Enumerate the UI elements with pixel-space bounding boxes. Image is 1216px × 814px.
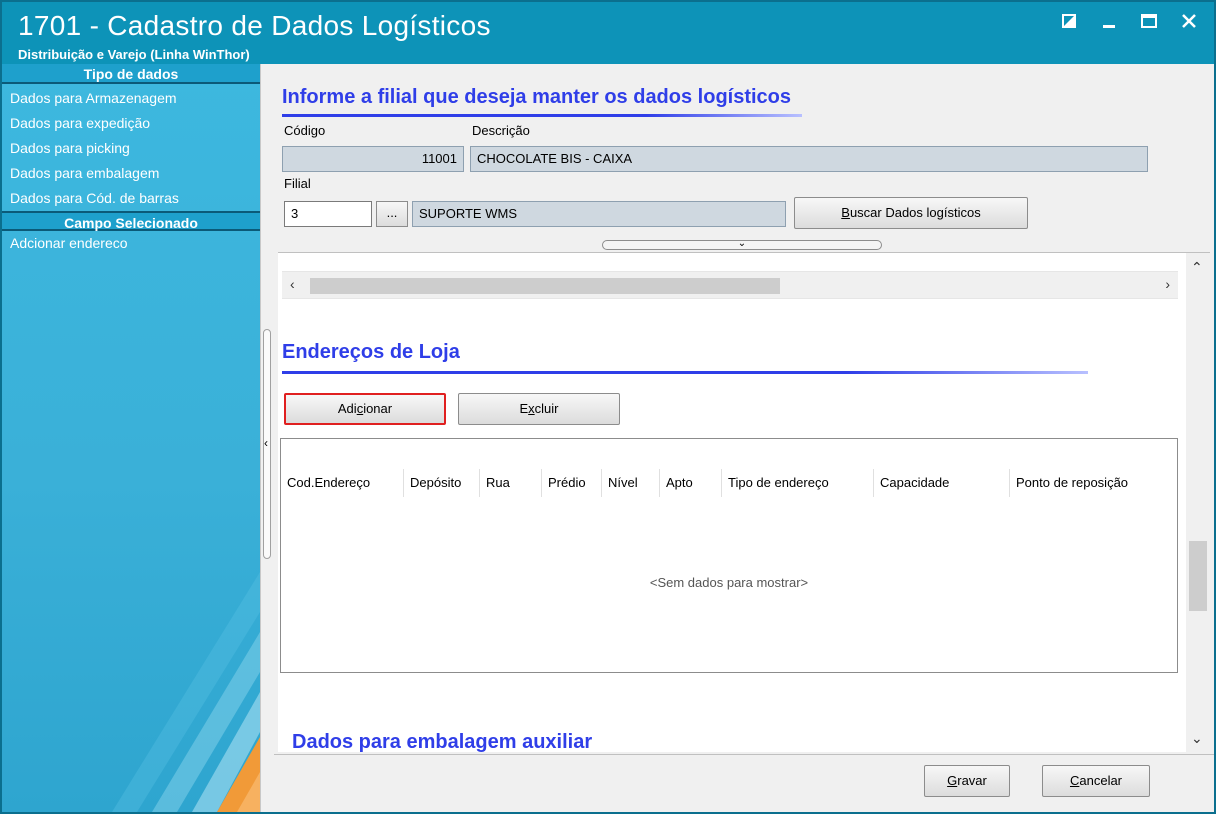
horizontal-scroll-thumb[interactable] [310, 278, 780, 294]
filial-section-underline [282, 114, 802, 117]
sidebar-item-cod-barras[interactable]: Dados para Cód. de barras [2, 186, 260, 211]
scroll-up-icon[interactable]: ⌃ [1191, 259, 1203, 276]
enderecos-grid[interactable]: Cod.Endereço Depósito Rua Prédio Nível A… [280, 438, 1178, 673]
sidebar-header-campo-selecionado: Campo Selecionado [2, 211, 260, 231]
collapse-header-toggle[interactable]: ⌄ [602, 239, 882, 250]
col-nivel[interactable]: Nível [601, 469, 659, 497]
grid-header: Cod.Endereço Depósito Rua Prédio Nível A… [281, 469, 1177, 497]
scroll-right-icon[interactable]: › [1165, 276, 1170, 292]
sidebar-item-armazenagem[interactable]: Dados para Armazenagem [2, 86, 260, 111]
window-title: 1701 - Cadastro de Dados Logísticos [18, 10, 491, 41]
sidebar: Tipo de dados Dados para Armazenagem Dad… [2, 64, 260, 812]
filial-section-title: Informe a filial que deseja manter os da… [282, 86, 792, 108]
main-panel: Informe a filial que deseja manter os da… [274, 64, 1214, 812]
restore-icon[interactable] [1058, 10, 1080, 32]
col-predio[interactable]: Prédio [541, 469, 601, 497]
content-scroll-area: ‹ › Endereços de Loja Adicionar Excluir … [278, 252, 1210, 753]
col-apto[interactable]: Apto [659, 469, 721, 497]
cancelar-button[interactable]: Cancelar [1042, 765, 1150, 797]
embalagem-auxiliar-section-title: Dados para embalagem auxiliar [292, 731, 593, 753]
codigo-label: Código [284, 123, 326, 138]
col-deposito[interactable]: Depósito [403, 469, 479, 497]
sidebar-decoration [112, 572, 260, 812]
col-tipo-endereco[interactable]: Tipo de endereço [721, 469, 873, 497]
col-capacidade[interactable]: Capacidade [873, 469, 1009, 497]
grid-empty-message: <Sem dados para mostrar> [649, 575, 809, 590]
title-bar: 1701 - Cadastro de Dados Logísticos Dist… [2, 2, 1214, 64]
scroll-down-icon[interactable]: ⌄ [1191, 730, 1203, 747]
horizontal-scrollbar[interactable]: ‹ › [282, 271, 1178, 299]
footer-bar: Gravar Cancelar [274, 754, 1214, 812]
gravar-button[interactable]: Gravar [924, 765, 1010, 797]
col-cod-endereco[interactable]: Cod.Endereço [281, 469, 403, 497]
filial-label: Filial [284, 176, 311, 191]
sidebar-item-embalagem[interactable]: Dados para embalagem [2, 161, 260, 186]
filial-input[interactable]: 3 [284, 201, 372, 227]
adicionar-button[interactable]: Adicionar [284, 393, 446, 425]
window-subtitle: Distribuição e Varejo (Linha WinThor) [18, 47, 250, 62]
maximize-icon[interactable] [1138, 10, 1160, 32]
vertical-scrollbar[interactable]: ⌃ ⌄ [1186, 253, 1210, 753]
descricao-field: CHOCOLATE BIS - CAIXA [470, 146, 1148, 172]
panel-splitter[interactable]: ‹ [260, 64, 274, 812]
sidebar-item-adicionar-endereco[interactable]: Adcionar endereco [2, 231, 260, 256]
enderecos-section-underline [282, 371, 1088, 374]
vertical-scroll-thumb[interactable] [1189, 541, 1207, 611]
minimize-icon[interactable] [1098, 10, 1120, 32]
descricao-label: Descrição [472, 123, 530, 138]
sidebar-item-expedicao[interactable]: Dados para expedição [2, 111, 260, 136]
scroll-left-icon[interactable]: ‹ [290, 276, 295, 292]
excluir-button[interactable]: Excluir [458, 393, 620, 425]
filial-lookup-button[interactable]: ... [376, 201, 408, 227]
codigo-field: 11001 [282, 146, 464, 172]
collapse-left-icon[interactable]: ‹ [264, 436, 268, 450]
close-icon[interactable] [1178, 10, 1200, 32]
filial-name-field: SUPORTE WMS [412, 201, 786, 227]
col-ponto-reposicao[interactable]: Ponto de reposição [1009, 469, 1177, 497]
col-rua[interactable]: Rua [479, 469, 541, 497]
enderecos-section-title: Endereços de Loja [282, 341, 460, 363]
app-window: 1701 - Cadastro de Dados Logísticos Dist… [0, 0, 1216, 814]
sidebar-item-picking[interactable]: Dados para picking [2, 136, 260, 161]
buscar-dados-button[interactable]: Buscar Dados logísticos [794, 197, 1028, 229]
sidebar-header-tipo-dados: Tipo de dados [2, 64, 260, 84]
window-controls [1058, 10, 1200, 32]
